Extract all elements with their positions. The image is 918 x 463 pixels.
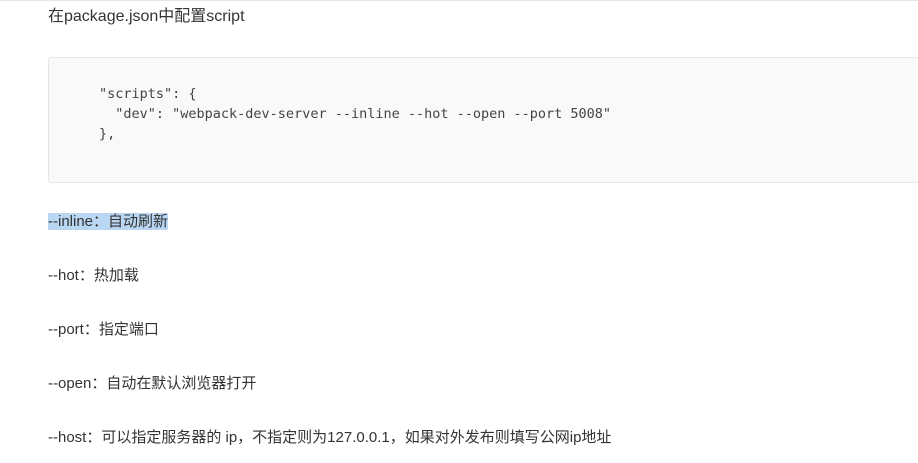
option-open[interactable]: --open：自动在默认浏览器打开 bbox=[48, 373, 256, 395]
option-inline-text: --inline：自动刷新 bbox=[48, 213, 169, 230]
option-hot[interactable]: --hot：热加载 bbox=[48, 265, 139, 287]
option-hot-text: --hot：热加载 bbox=[48, 267, 139, 284]
code-content[interactable]: "scripts": { "dev": "webpack-dev-server … bbox=[99, 84, 611, 144]
code-line: "dev": "webpack-dev-server --inline --ho… bbox=[99, 106, 612, 122]
option-inline[interactable]: --inline：自动刷新 bbox=[48, 211, 169, 233]
code-line: "scripts": { bbox=[99, 86, 197, 102]
section-heading: 在package.json中配置script bbox=[48, 8, 245, 25]
code-block[interactable]: "scripts": { "dev": "webpack-dev-server … bbox=[48, 57, 918, 183]
option-host-text: --host：可以指定服务器的 ip，不指定则为127.0.0.1，如果对外发布… bbox=[48, 429, 612, 446]
top-divider bbox=[0, 0, 918, 1]
option-port[interactable]: --port：指定端口 bbox=[48, 319, 159, 341]
code-line: }, bbox=[99, 126, 116, 142]
option-host[interactable]: --host：可以指定服务器的 ip，不指定则为127.0.0.1，如果对外发布… bbox=[48, 427, 611, 449]
option-port-text: --port：指定端口 bbox=[48, 321, 159, 338]
option-open-text: --open：自动在默认浏览器打开 bbox=[48, 375, 257, 392]
